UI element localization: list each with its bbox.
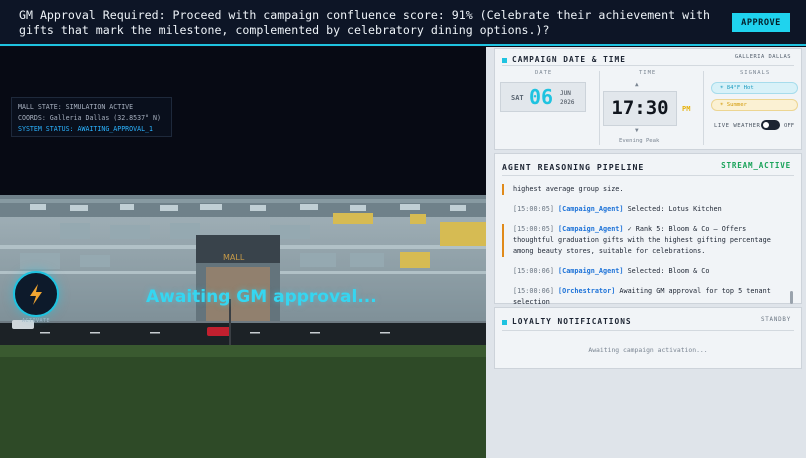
loyalty-title: LOYALTY NOTIFICATIONS — [502, 317, 632, 326]
campaign-datetime-title: CAMPAIGN DATE & TIME — [502, 55, 626, 64]
thermometer-icon: ☀ — [720, 85, 724, 91]
agent-pipeline-card: AGENT REASONING PIPELINE STREAM_ACTIVE h… — [494, 153, 802, 306]
date-label: DATE — [535, 70, 553, 76]
live-weather-label: LIVE WEATHER — [714, 123, 761, 129]
log-entry: [15:00:05] [Campaign_Agent] ✓ Rank 5: Bl… — [502, 224, 790, 257]
log-entry: [15:00:06] [Campaign_Agent] Selected: Bl… — [513, 267, 710, 275]
time-up-icon[interactable]: ▲ — [635, 81, 639, 88]
activate-label: ACTIVATE — [21, 318, 51, 324]
sun-icon: ☀ — [720, 102, 724, 108]
log-entry: highest average group size. — [502, 184, 790, 195]
divider — [502, 65, 794, 66]
time-label: TIME — [639, 70, 657, 76]
signals-label: SIGNALS — [740, 70, 771, 76]
signal-season-chip: ☀ Summer — [711, 99, 798, 111]
date-month-year: JUN 2026 — [560, 90, 575, 106]
time-down-icon[interactable]: ▼ — [635, 127, 639, 134]
awaiting-approval-overlay: Awaiting GM approval... — [146, 287, 377, 307]
approve-button[interactable]: APPROVE — [732, 13, 790, 32]
hud-coords: COORDS: Galleria Dallas (32.8537° N) — [18, 114, 161, 122]
mall-sign: MALL — [223, 253, 245, 262]
pipeline-title: AGENT REASONING PIPELINE — [502, 162, 645, 172]
lightning-icon — [30, 284, 42, 305]
mall-3d-view[interactable]: MALL STATE: SIMULATION ACTIVE COORDS: Ga… — [0, 47, 486, 458]
divider — [703, 71, 704, 145]
mall-state-hud: MALL STATE: SIMULATION ACTIVE COORDS: Ga… — [11, 97, 172, 137]
activate-button[interactable] — [13, 271, 59, 317]
signal-temperature-chip: ☀ 84°F Hot — [711, 82, 798, 94]
campaign-location: GALLERIA DALLAS — [734, 54, 791, 60]
live-weather-toggle[interactable] — [761, 120, 780, 130]
stream-status: STREAM_ACTIVE — [721, 161, 791, 170]
loyalty-notifications-card: LOYALTY NOTIFICATIONS STANDBY Awaiting c… — [494, 307, 802, 369]
status-dot-icon — [502, 319, 507, 325]
approval-message: GM Approval Required: Proceed with campa… — [19, 8, 711, 37]
divider — [599, 71, 600, 145]
right-panel: CAMPAIGN DATE & TIME GALLERIA DALLAS DAT… — [486, 47, 806, 458]
campaign-datetime-card: CAMPAIGN DATE & TIME GALLERIA DALLAS DAT… — [494, 48, 802, 150]
divider — [502, 330, 794, 331]
approval-banner: GM Approval Required: Proceed with campa… — [0, 0, 806, 46]
status-dot-icon — [502, 57, 507, 63]
time-ampm: PM — [682, 105, 691, 113]
divider — [502, 175, 794, 176]
date-picker[interactable]: SAT 06 JUN 2026 — [500, 82, 586, 112]
time-picker[interactable]: 17:30 — [603, 91, 677, 126]
hud-mall-state: MALL STATE: SIMULATION ACTIVE — [18, 103, 134, 111]
loyalty-waiting-text: Awaiting campaign activation... — [588, 346, 708, 354]
date-day: 06 — [529, 85, 554, 109]
pipeline-scrollbar[interactable] — [790, 291, 793, 304]
log-entry: [15:00:05] [Campaign_Agent] Selected: Lo… — [513, 205, 722, 213]
hud-system-status: SYSTEM STATUS: AWAITING_APPROVAL_1 — [18, 125, 153, 133]
log-entry: [15:00:06] [Orchestrator] Awaiting GM ap… — [513, 287, 771, 306]
live-weather-state: OFF — [784, 123, 795, 129]
pipeline-log[interactable]: highest average group size. [15:00:05] [… — [502, 184, 790, 308]
time-period: Evening Peak — [619, 138, 660, 144]
loyalty-status: STANDBY — [760, 317, 791, 323]
date-dow: SAT — [511, 94, 524, 102]
